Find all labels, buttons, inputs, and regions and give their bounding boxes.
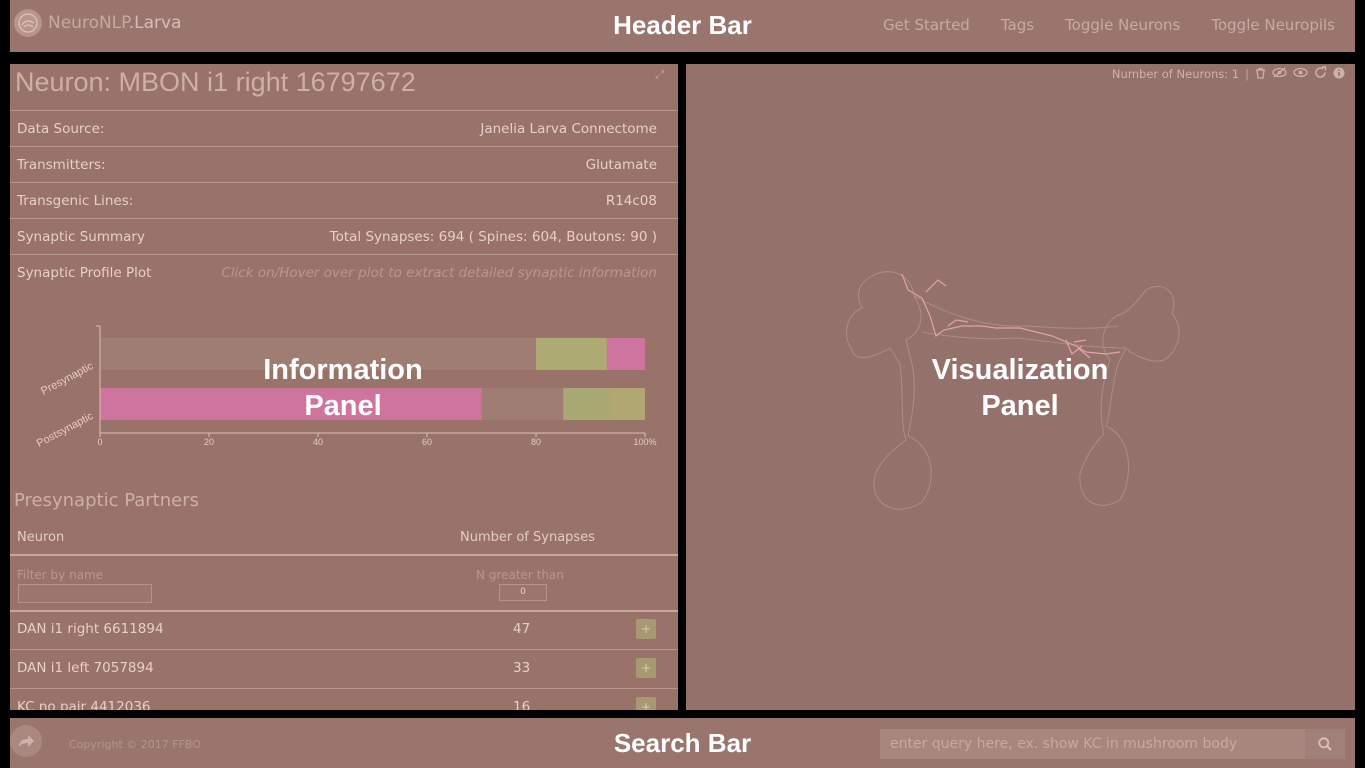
x-tick-label: 80 (531, 437, 541, 447)
logo[interactable]: NeuroNLP.Larva (14, 9, 182, 37)
info-label: Transmitters: (17, 156, 106, 173)
label-line: Information (263, 354, 423, 386)
brand-name: NeuroNLP.Larva (48, 13, 182, 33)
col-neuron[interactable]: Neuron (17, 530, 64, 545)
brand-sub: .Larva (128, 13, 182, 33)
expand-icon[interactable]: ⤢ (655, 68, 664, 82)
neuron-title: Neuron: MBON i1 right 16797672 (15, 67, 416, 97)
info-value: Glutamate (585, 156, 657, 173)
add-neuron-button[interactable]: + (636, 619, 656, 639)
label-line: Panel (304, 390, 382, 422)
info-row-transmitters: Transmitters: Glutamate (10, 146, 678, 182)
neuron-trace (901, 273, 1121, 359)
partner-name: DAN i1 right 6611894 (17, 621, 164, 637)
partner-synapses: 16 (513, 699, 531, 710)
category-label: Postsynaptic (35, 410, 96, 450)
neuron-count: Number of Neurons: 1 (1111, 67, 1240, 81)
nav-get-started[interactable]: Get Started (883, 16, 970, 34)
information-panel: ⤢ Neuron: MBON i1 right 16797672 Data So… (10, 64, 678, 710)
header-bar: NeuroNLP.Larva Header Bar Get Started Ta… (10, 0, 1355, 52)
label-line: Panel (981, 390, 1059, 422)
trash-icon[interactable] (1255, 67, 1266, 82)
info-value: R14c08 (605, 192, 657, 209)
info-row-synaptic-summary: Synaptic Summary Total Synapses: 694 ( S… (10, 218, 678, 254)
share-icon (19, 735, 34, 747)
information-panel-label: Information Panel (210, 352, 476, 424)
info-row-synaptic-profile-plot: Synaptic Profile Plot Click on/Hover ove… (10, 254, 678, 290)
partner-name: KC no pair 4412036 (17, 699, 151, 710)
filter-n-input[interactable]: 0 (499, 584, 547, 601)
add-neuron-button[interactable]: + (636, 697, 656, 710)
bar-segment[interactable] (563, 388, 610, 420)
filter-name-input[interactable] (18, 584, 152, 603)
table-row: KC no pair 4412036 16 + (10, 689, 678, 710)
filter-row: Filter by name N greater than 0 (10, 558, 678, 612)
presynaptic-partners-title: Presynaptic Partners (14, 490, 199, 511)
table-row: DAN i1 left 7057894 33 + (10, 650, 678, 689)
brand-main: NeuroNLP (48, 13, 129, 33)
category-label: Presynaptic (39, 360, 96, 398)
refresh-icon[interactable] (1314, 66, 1327, 82)
bar-segment[interactable] (606, 338, 645, 370)
x-tick-label: 0 (97, 437, 102, 447)
x-tick-label: 100% (633, 437, 656, 447)
info-label: Data Source: (17, 120, 105, 137)
info-row-data-source: Data Source: Janelia Larva Connectome (10, 110, 678, 146)
copyright-text: Copyright © 2017 FFBO (69, 738, 201, 751)
search-icon (1318, 737, 1332, 751)
info-label: Synaptic Summary (17, 228, 145, 245)
filter-name-label: Filter by name (17, 568, 104, 582)
toolbar-divider: | (1245, 67, 1249, 81)
top-nav: Get Started Tags Toggle Neurons Toggle N… (883, 16, 1335, 34)
x-tick-label: 60 (422, 437, 432, 447)
bar-segment[interactable] (609, 388, 645, 420)
share-button[interactable] (10, 725, 42, 757)
info-value: Total Synapses: 694 ( Spines: 604, Bouto… (329, 228, 657, 245)
search-input[interactable] (880, 729, 1305, 759)
partner-synapses: 47 (513, 621, 531, 637)
partners-table-header: Neuron Number of Synapses (10, 522, 678, 556)
search-bar: Copyright © 2017 FFBO Search Bar (10, 718, 1355, 768)
info-label: Synaptic Profile Plot (17, 264, 152, 281)
bar-segment[interactable] (481, 388, 564, 420)
info-row-transgenic-lines: Transgenic Lines: R14c08 (10, 182, 678, 218)
partner-name: DAN i1 left 7057894 (17, 660, 154, 676)
info-value: Janelia Larva Connectome (480, 120, 657, 137)
label-line: Visualization (931, 354, 1109, 386)
plot-hint: Click on/Hover over plot to extract deta… (221, 264, 657, 281)
info-icon[interactable] (1333, 67, 1345, 82)
table-row: DAN i1 right 6611894 47 + (10, 611, 678, 650)
col-synapses[interactable]: Number of Synapses (460, 530, 595, 545)
partner-synapses: 33 (513, 660, 531, 676)
filter-n-label: N greater than (476, 568, 564, 582)
x-tick-label: 20 (204, 437, 214, 447)
logo-icon (14, 9, 42, 37)
bar-segment[interactable] (536, 338, 607, 370)
add-neuron-button[interactable]: + (636, 658, 656, 678)
x-tick-label: 40 (313, 437, 323, 447)
show-icon[interactable] (1293, 67, 1308, 81)
nav-toggle-neurons[interactable]: Toggle Neurons (1065, 16, 1180, 34)
nav-toggle-neuropils[interactable]: Toggle Neuropils (1211, 16, 1335, 34)
hide-icon[interactable] (1272, 67, 1287, 81)
visualization-panel-label: Visualization Panel (886, 352, 1154, 424)
info-label: Transgenic Lines: (17, 192, 134, 209)
visualization-panel[interactable]: Number of Neurons: 1 | Visualization Pan… (686, 64, 1355, 710)
vis-toolbar: Number of Neurons: 1 | (1112, 66, 1345, 82)
search-button[interactable] (1305, 729, 1345, 759)
nav-tags[interactable]: Tags (1001, 16, 1034, 34)
